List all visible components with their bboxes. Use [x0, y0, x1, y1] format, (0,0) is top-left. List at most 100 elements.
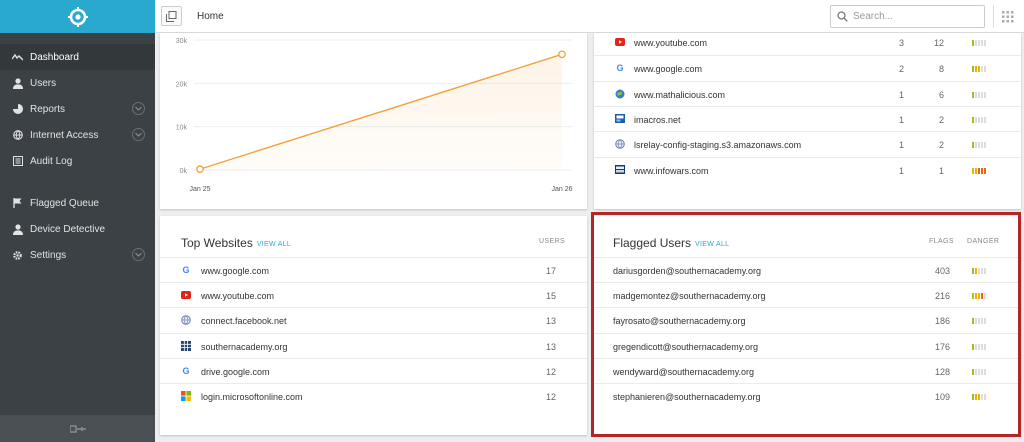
site-name[interactable]: www.mathalicious.com: [634, 90, 725, 100]
danger-bar: [984, 40, 986, 46]
website-name[interactable]: drive.google.com: [201, 367, 270, 377]
globe-icon: [12, 130, 23, 141]
site-row[interactable]: www.mathalicious.com 1 6: [594, 80, 1021, 106]
sidebar-item-reports[interactable]: Reports: [0, 96, 155, 122]
top-websites-view-all-link[interactable]: VIEW ALL: [257, 241, 291, 248]
site-row[interactable]: G www.google.com 2 8: [594, 55, 1021, 80]
danger-bar: [981, 66, 983, 73]
website-row[interactable]: G www.google.com 17: [160, 257, 587, 282]
search-input[interactable]: [853, 11, 973, 22]
sidebar-item-settings[interactable]: Settings: [0, 242, 155, 268]
apps-grid-button[interactable]: [1002, 10, 1014, 28]
flagged-users-heading: Flagged Users: [613, 236, 692, 250]
danger-meter: [972, 368, 986, 375]
data-point[interactable]: [558, 50, 566, 59]
sidebar-item-device-detective[interactable]: Device Detective: [0, 216, 155, 242]
website-name[interactable]: southernacademy.org: [201, 342, 287, 352]
sidebar-item-users[interactable]: Users: [0, 70, 155, 96]
user-email[interactable]: wendyward@southernacademy.org: [613, 367, 754, 377]
site-row[interactable]: www.youtube.com 3 12: [594, 30, 1021, 55]
danger-bar: [984, 343, 986, 350]
site-row[interactable]: www.infowars.com 1 1: [594, 156, 1021, 182]
flagged-user-row[interactable]: wendyward@southernacademy.org 128: [594, 357, 1021, 383]
website-users-count: 13: [545, 341, 556, 352]
site-users-count: 3: [898, 38, 904, 48]
website-users-count: 17: [545, 266, 556, 276]
danger-bar: [972, 368, 974, 375]
sidebar-nav: Dashboard Users Reports Internet Access Audi…: [0, 33, 155, 268]
danger-bar: [975, 343, 977, 350]
danger-bar: [984, 167, 986, 174]
site-name[interactable]: imacros.net: [634, 115, 681, 125]
site-name[interactable]: lsrelay-config-staging.s3.amazonaws.com: [634, 140, 801, 150]
website-name[interactable]: connect.facebook.net: [201, 316, 287, 326]
y-tick-label: 20k: [176, 81, 188, 88]
user-email[interactable]: gregendicott@southernacademy.org: [613, 342, 758, 352]
flagged-user-row[interactable]: stephanieren@southernacademy.org 109: [594, 383, 1021, 408]
windows-icon: [166, 10, 177, 22]
user-email[interactable]: dariusgorden@southernacademy.org: [613, 266, 761, 276]
danger-bar: [975, 167, 977, 174]
activity-icon: [12, 52, 23, 63]
danger-bar: [981, 268, 983, 274]
flagged-user-row[interactable]: dariusgorden@southernacademy.org 403: [594, 257, 1021, 282]
danger-bar: [984, 368, 986, 375]
danger-bar: [984, 268, 986, 274]
website-users-count: 12: [545, 366, 556, 377]
sidebar-item-flagged-queue[interactable]: Flagged Queue: [0, 190, 155, 216]
flagged-user-row[interactable]: gregendicott@southernacademy.org 176: [594, 332, 1021, 358]
website-row[interactable]: southernacademy.org 13: [160, 332, 587, 358]
collapse-sidebar-button[interactable]: [0, 415, 155, 442]
chevron-down-icon[interactable]: [132, 248, 145, 261]
globe-outline-icon: [181, 315, 191, 326]
site-name[interactable]: www.infowars.com: [634, 166, 709, 176]
sidebar-item-dashboard[interactable]: Dashboard: [0, 44, 155, 70]
site-name[interactable]: www.youtube.com: [634, 38, 707, 48]
flagged-user-row[interactable]: fayrosato@southernacademy.org 186: [594, 307, 1021, 332]
sidebar-item-audit-log[interactable]: Audit Log: [0, 148, 155, 174]
flagged-user-row[interactable]: madgemontez@southernacademy.org 216: [594, 282, 1021, 307]
sidebar-item-label: Internet Access: [30, 129, 99, 141]
breadcrumb[interactable]: Home: [197, 11, 224, 22]
danger-bar: [975, 66, 977, 73]
website-row[interactable]: www.youtube.com 15: [160, 282, 587, 307]
site-users-count: 1: [898, 114, 904, 125]
data-point[interactable]: [196, 165, 204, 173]
chevron-down-icon[interactable]: [132, 128, 145, 141]
site-flags-count: 12: [933, 38, 944, 48]
user-email[interactable]: fayrosato@southernacademy.org: [613, 316, 746, 326]
danger-meter: [972, 343, 986, 350]
website-row[interactable]: login.microsoftonline.com 12: [160, 383, 587, 408]
chevron-down-icon[interactable]: [132, 102, 145, 115]
flagged-users-view-all-link[interactable]: VIEW ALL: [695, 241, 729, 248]
danger-bar: [972, 66, 974, 73]
website-name[interactable]: www.google.com: [201, 266, 269, 276]
sidebar-item-label: Audit Log: [30, 155, 73, 167]
site-row[interactable]: imacros.net 1 2: [594, 105, 1021, 131]
window-toggle-button[interactable]: [161, 6, 182, 26]
danger-bar: [984, 318, 986, 325]
user-email[interactable]: madgemontez@southernacademy.org: [613, 291, 766, 301]
website-name[interactable]: login.microsoftonline.com: [201, 392, 303, 402]
top-websites-heading: Top Websites: [181, 236, 253, 250]
y-tick-label: 30k: [176, 38, 188, 45]
danger-bar: [972, 293, 974, 300]
site-name[interactable]: www.google.com: [634, 64, 702, 74]
sidebar-item-internet-access[interactable]: Internet Access: [0, 122, 155, 148]
danger-bar: [978, 167, 980, 174]
website-row[interactable]: connect.facebook.net 13: [160, 307, 587, 332]
sidebar-item-label: Users: [30, 77, 57, 89]
user-email[interactable]: stephanieren@southernacademy.org: [613, 392, 761, 402]
website-row[interactable]: G drive.google.com 12: [160, 357, 587, 383]
site-flags-count: 6: [938, 89, 944, 100]
danger-column-header: DANGER: [967, 238, 1000, 245]
search-box[interactable]: [830, 5, 985, 28]
user-flags-count: 176: [934, 341, 950, 352]
search-icon: [837, 11, 848, 22]
site-row[interactable]: lsrelay-config-staging.s3.amazonaws.com …: [594, 131, 1021, 156]
site-flags-count: 8: [938, 64, 944, 75]
website-name[interactable]: www.youtube.com: [201, 291, 274, 301]
danger-bar: [972, 142, 974, 149]
app-logo[interactable]: [0, 0, 155, 33]
danger-bar: [981, 142, 983, 149]
